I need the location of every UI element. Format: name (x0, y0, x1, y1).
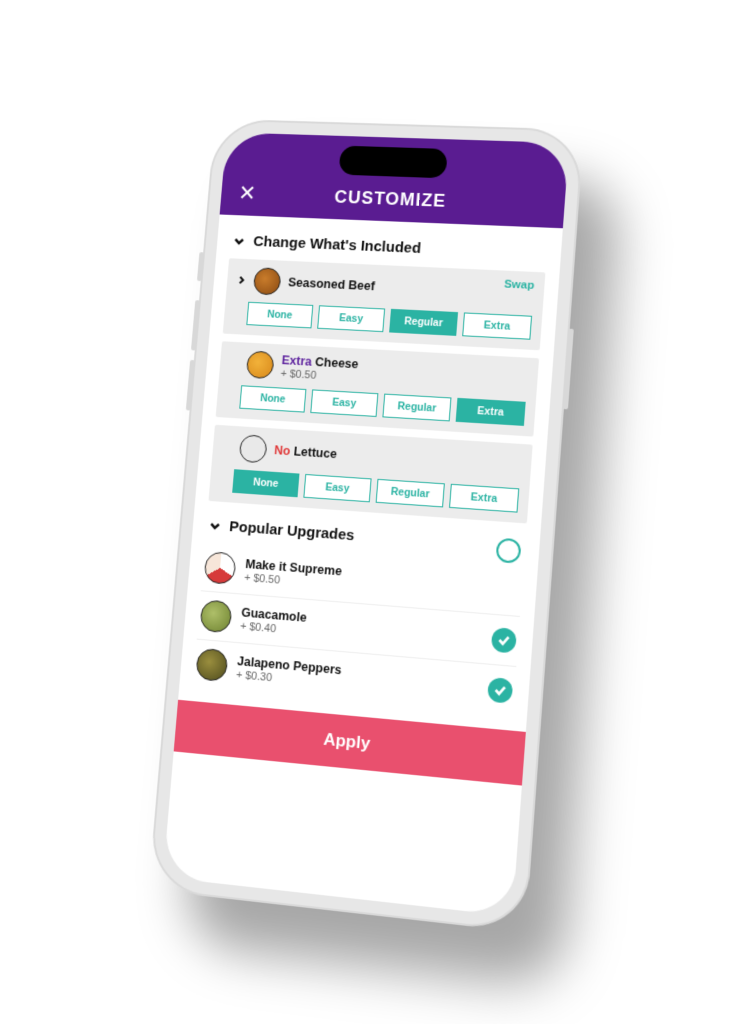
check-icon[interactable] (491, 627, 517, 654)
option-extra[interactable]: Extra (456, 398, 526, 426)
option-regular[interactable]: Regular (376, 479, 445, 508)
close-icon[interactable]: ✕ (238, 183, 257, 205)
swap-link[interactable]: Swap (504, 279, 535, 292)
option-easy[interactable]: Easy (310, 389, 378, 417)
option-extra[interactable]: Extra (449, 484, 519, 513)
ingredient-card: Swap Seasoned Beef None Easy Regular (223, 258, 546, 350)
option-none[interactable]: None (239, 385, 306, 412)
option-extra[interactable]: Extra (462, 312, 532, 339)
chevron-down-icon (208, 518, 223, 533)
chevron-down-icon (232, 234, 246, 248)
upgrade-avatar (195, 648, 228, 682)
page-title: CUSTOMIZE (334, 187, 447, 212)
ingredient-avatar (239, 434, 268, 463)
check-icon[interactable] (487, 677, 513, 704)
ingredient-card: Extra Cheese + $0.50 None Easy Regular E… (216, 341, 539, 436)
option-none[interactable]: None (246, 302, 313, 329)
ingredient-name: No Lettuce (274, 443, 522, 473)
upgrade-toggle[interactable] (495, 538, 521, 564)
option-regular[interactable]: Regular (389, 309, 458, 336)
ingredient-name: Seasoned Beef (288, 276, 535, 301)
chevron-right-icon[interactable] (236, 275, 246, 285)
ingredient-avatar (246, 350, 275, 379)
option-regular[interactable]: Regular (382, 394, 451, 422)
section-title: Change What's Included (253, 233, 422, 257)
ingredient-avatar (253, 267, 282, 295)
option-easy[interactable]: Easy (303, 474, 371, 502)
option-easy[interactable]: Easy (317, 305, 385, 332)
section-title: Popular Upgrades (229, 518, 355, 544)
upgrade-avatar (203, 551, 236, 585)
upgrade-avatar (199, 599, 232, 633)
ingredient-card: No Lettuce None Easy Regular Extra (208, 425, 532, 524)
option-none[interactable]: None (232, 469, 299, 497)
